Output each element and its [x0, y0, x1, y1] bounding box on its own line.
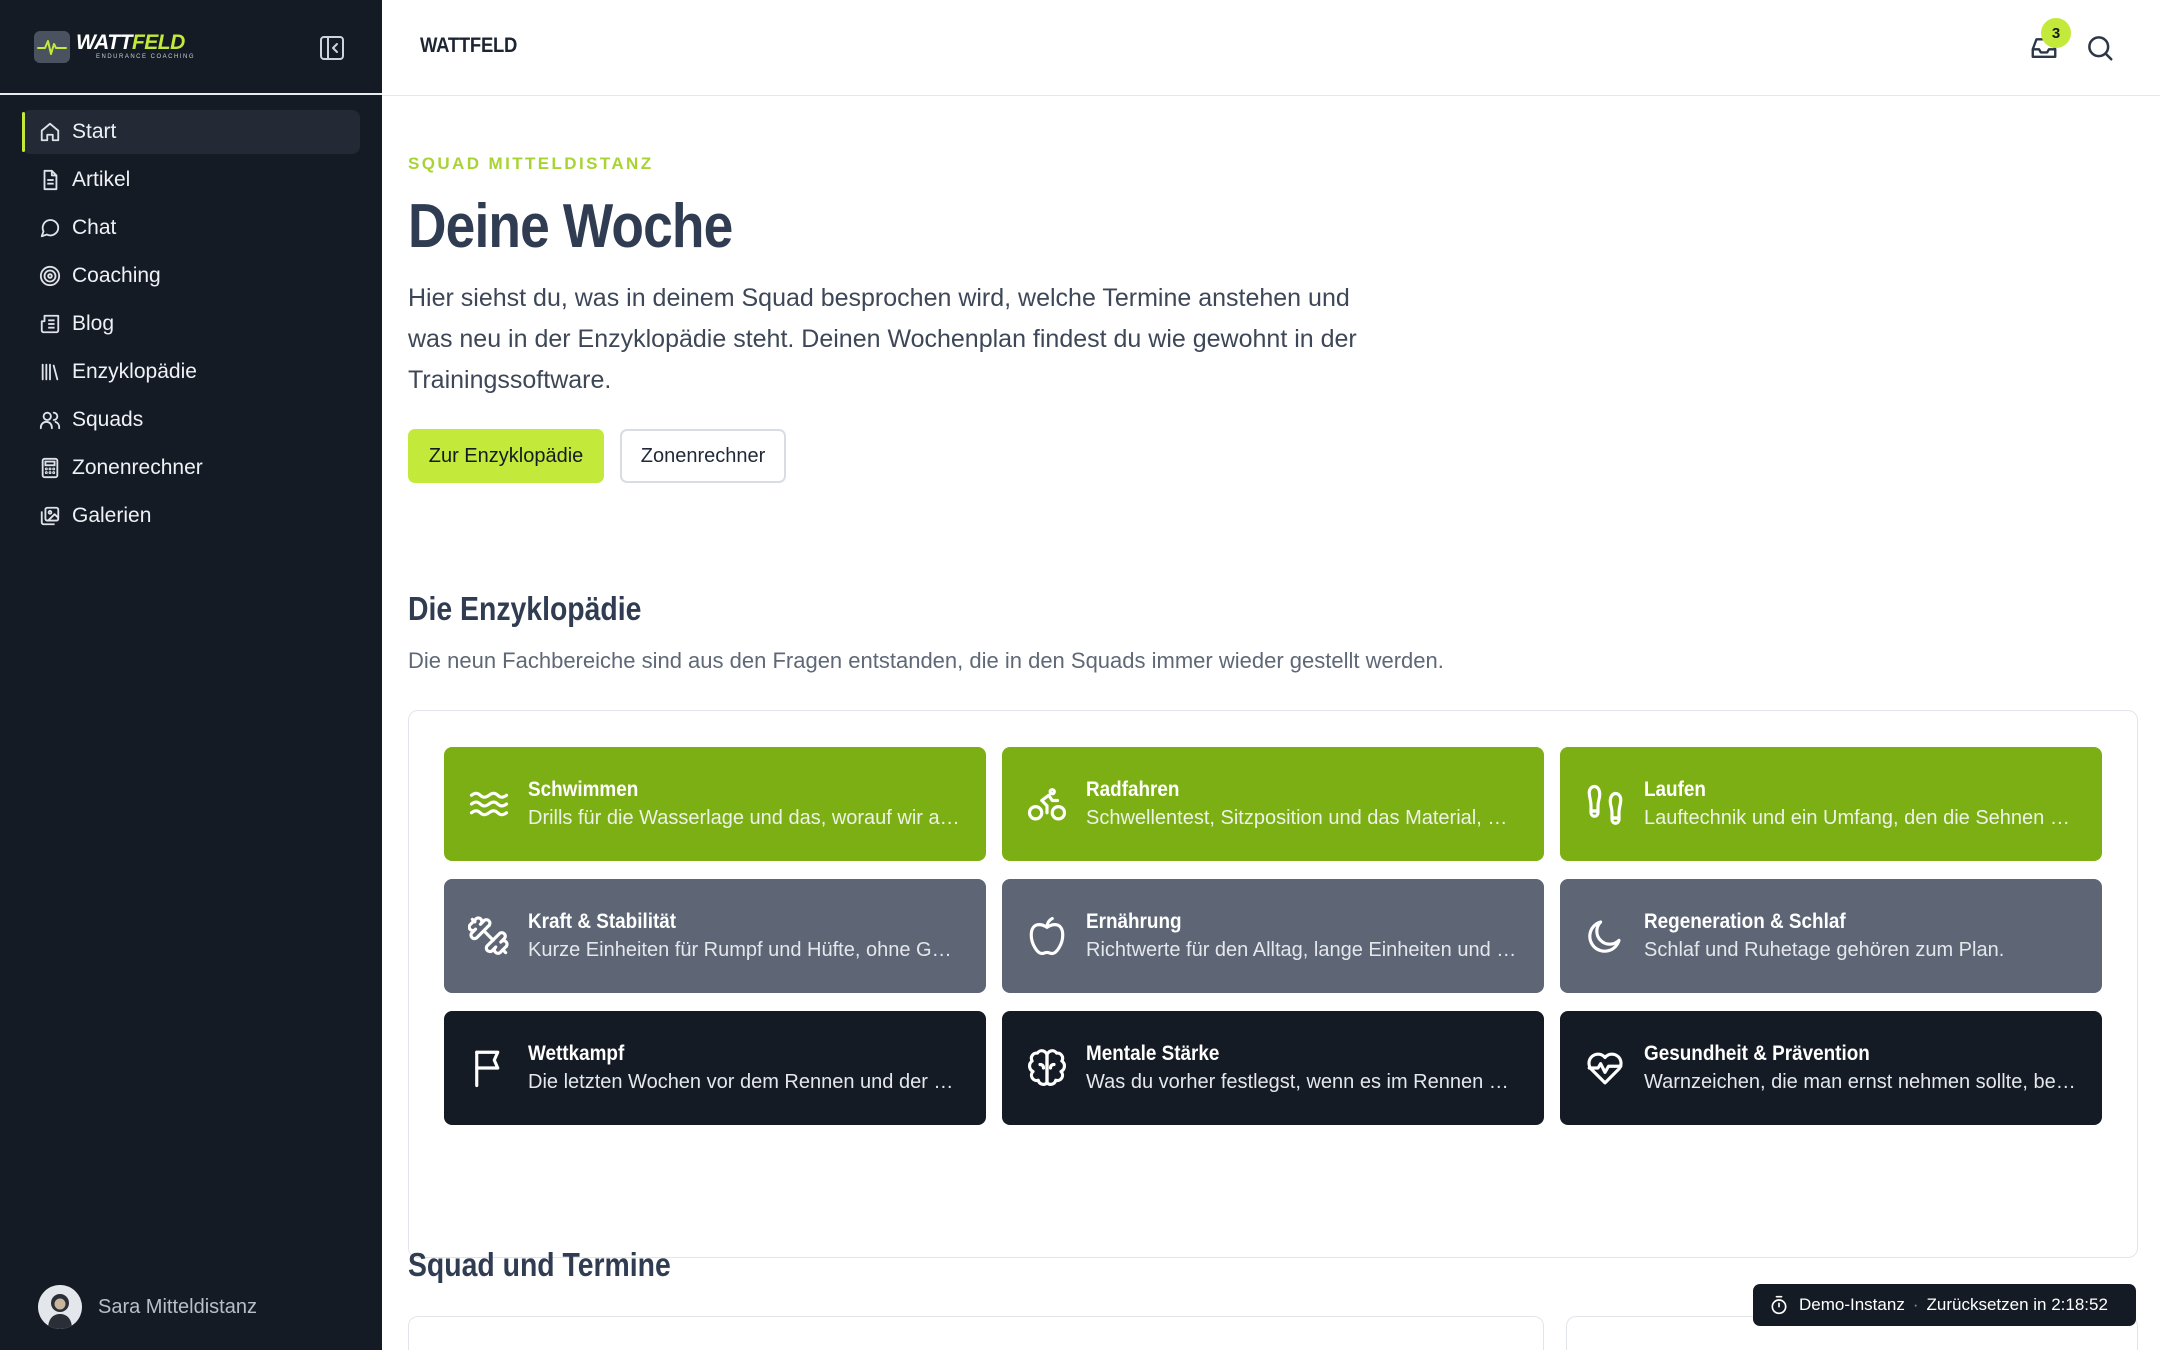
- sidebar-item-label: Coaching: [72, 264, 161, 287]
- target-icon: [38, 264, 62, 288]
- pulse-icon: [34, 31, 70, 63]
- document-icon: [38, 168, 62, 192]
- tile-description: Was du vorher festlegst, wenn es im Renn…: [1086, 1071, 1518, 1093]
- avatar: [38, 1285, 82, 1329]
- tile-title: Kraft & Stabilität: [528, 910, 677, 933]
- tile-ernaehrung[interactable]: Ernährung Richtwerte für den Alltag, lang…: [1002, 879, 1544, 993]
- sidebar-item-start[interactable]: Start: [22, 110, 360, 154]
- panel-collapse-icon: [320, 36, 344, 60]
- sidebar-item-label: Squads: [72, 408, 144, 431]
- squad-card: [408, 1316, 1544, 1350]
- squad-section-title: Squad und Termine: [408, 1246, 671, 1283]
- heart-pulse-icon: [1582, 1045, 1628, 1091]
- page-title: Deine Woche: [408, 192, 733, 261]
- tile-title: Laufen: [1644, 778, 1706, 801]
- users-icon: [38, 408, 62, 432]
- sidebar-item-label: Enzyklopädie: [72, 360, 197, 383]
- library-icon: [38, 360, 62, 384]
- chat-bubble-icon: [38, 216, 62, 240]
- sidebar-item-galerien[interactable]: Galerien: [22, 494, 360, 538]
- gallery-icon: [38, 504, 62, 528]
- tile-description: Die letzten Wochen vor dem Rennen und de…: [528, 1071, 960, 1093]
- tile-title: Regeneration & Schlaf: [1644, 910, 1846, 933]
- tile-mentale-staerke[interactable]: Mentale Stärke Was du vorher festlegst, w…: [1002, 1011, 1544, 1125]
- sidebar-item-artikel[interactable]: Artikel: [22, 158, 360, 202]
- bicycle-icon: [1024, 781, 1070, 827]
- tile-title: Radfahren: [1086, 778, 1180, 801]
- waves-icon: [466, 781, 512, 827]
- tile-wettkampf[interactable]: Wettkampf Die letzten Wochen vor dem Renn…: [444, 1011, 986, 1125]
- tile-title: Ernährung: [1086, 910, 1182, 933]
- sidebar-item-enzyklopaedie[interactable]: Enzyklopädie: [22, 350, 360, 394]
- tile-description: Kurze Einheiten für Rumpf und Hüfte, ohn…: [528, 939, 960, 961]
- sidebar-item-label: Blog: [72, 312, 115, 335]
- sidebar-collapse-button[interactable]: [318, 34, 346, 62]
- sidebar-item-blog[interactable]: Blog: [22, 302, 360, 346]
- demo-instance-toast[interactable]: Demo-Instanz · Zurücksetzen in 2:18:52: [1753, 1284, 2136, 1326]
- squad-eyebrow: SQUAD MITTELDISTANZ: [408, 154, 654, 173]
- sidebar-item-label: Artikel: [72, 168, 131, 191]
- tile-schwimmen[interactable]: Schwimmen Drills für die Wasserlage und d…: [444, 747, 986, 861]
- brand-logo[interactable]: WATTFELD ENDURANCE COACHING: [34, 31, 195, 63]
- tile-title: Gesundheit & Prävention: [1644, 1042, 1870, 1065]
- tile-kraft-stabilitaet[interactable]: Kraft & Stabilität Kurze Einheiten für Ru…: [444, 879, 986, 993]
- encyclopedia-button[interactable]: Zur Enzyklopädie: [408, 429, 604, 483]
- notification-badge: 3: [2041, 18, 2071, 48]
- tile-title: Mentale Stärke: [1086, 1042, 1220, 1065]
- user-profile[interactable]: Sara Mitteldistanz: [38, 1285, 257, 1329]
- sidebar-item-label: Chat: [72, 216, 117, 239]
- flag-icon: [466, 1045, 512, 1091]
- reset-countdown: Zurücksetzen in 2:18:52: [1926, 1295, 2108, 1314]
- sidebar-item-label: Zonenrechner: [72, 456, 203, 479]
- tile-description: Lauftechnik und ein Umfang, den die Sehn…: [1644, 807, 2076, 829]
- sidebar-item-chat[interactable]: Chat: [22, 206, 360, 250]
- sidebar: WATTFELD ENDURANCE COACHING Start Artike…: [0, 0, 382, 1350]
- search-icon: [2088, 36, 2113, 61]
- tile-radfahren[interactable]: Radfahren Schwellentest, Sitzposition und…: [1002, 747, 1544, 861]
- stopwatch-icon: [1771, 1295, 1787, 1315]
- tile-description: Richtwerte für den Alltag, lange Einheit…: [1086, 939, 1518, 961]
- demo-instance-label: Demo-Instanz: [1799, 1295, 1905, 1314]
- intro-text: Hier siehst du, was in deinem Squad besp…: [408, 284, 1357, 394]
- sidebar-item-squads[interactable]: Squads: [22, 398, 360, 442]
- tile-laufen[interactable]: Laufen Lauftechnik und ein Umfang, den di…: [1560, 747, 2102, 861]
- sidebar-item-zonenrechner[interactable]: Zonenrechner: [22, 446, 360, 490]
- tile-regeneration-schlaf[interactable]: Regeneration & Schlaf Schlaf und Ruhetage…: [1560, 879, 2102, 993]
- tile-title: Schwimmen: [528, 778, 639, 801]
- home-icon: [38, 120, 62, 144]
- tile-title: Wettkampf: [528, 1042, 625, 1065]
- tile-description: Warnzeichen, die man ernst nehmen sollte…: [1644, 1071, 2076, 1093]
- tile-description: Schwellentest, Sitzposition und das Mate…: [1086, 807, 1518, 829]
- brand-name: WATTFELD: [76, 31, 185, 54]
- sidebar-header: WATTFELD ENDURANCE COACHING: [0, 0, 382, 95]
- sidebar-item-label: Start: [72, 120, 117, 143]
- encyclopedia-section-title: Die Enzyklopädie: [408, 590, 642, 627]
- tile-gesundheit-praevention[interactable]: Gesundheit & Prävention Warnzeichen, die …: [1560, 1011, 2102, 1125]
- toast-separator: ·: [1912, 1295, 1919, 1314]
- calculator-icon: [38, 456, 62, 480]
- zone-calculator-button[interactable]: Zonenrechner: [620, 429, 786, 483]
- encyclopedia-section-subtitle: Die neun Fachbereiche sind aus den Frage…: [408, 648, 1444, 673]
- sidebar-item-coaching[interactable]: Coaching: [22, 254, 360, 298]
- top-bar: WATTFELD 3: [382, 0, 2160, 96]
- search-button[interactable]: [2082, 30, 2118, 66]
- tile-description: Drills für die Wasserlage und das, worau…: [528, 807, 960, 829]
- footprints-icon: [1582, 781, 1628, 827]
- encyclopedia-grid: Schwimmen Drills für die Wasserlage und d…: [408, 710, 2138, 1258]
- user-name: Sara Mitteldistanz: [98, 1295, 257, 1318]
- tile-description: Schlaf und Ruhetage gehören zum Plan.: [1644, 939, 2005, 961]
- sidebar-item-label: Galerien: [72, 504, 152, 527]
- sidebar-nav: Start Artikel Chat Coaching Blog Enzyklo…: [22, 110, 360, 542]
- moon-icon: [1582, 913, 1628, 959]
- brain-icon: [1024, 1045, 1070, 1091]
- header-title: WATTFELD: [420, 34, 518, 57]
- apple-icon: [1024, 913, 1070, 959]
- dumbbell-icon: [466, 913, 512, 959]
- brand-tagline: ENDURANCE COACHING: [96, 54, 196, 60]
- newspaper-icon: [38, 312, 62, 336]
